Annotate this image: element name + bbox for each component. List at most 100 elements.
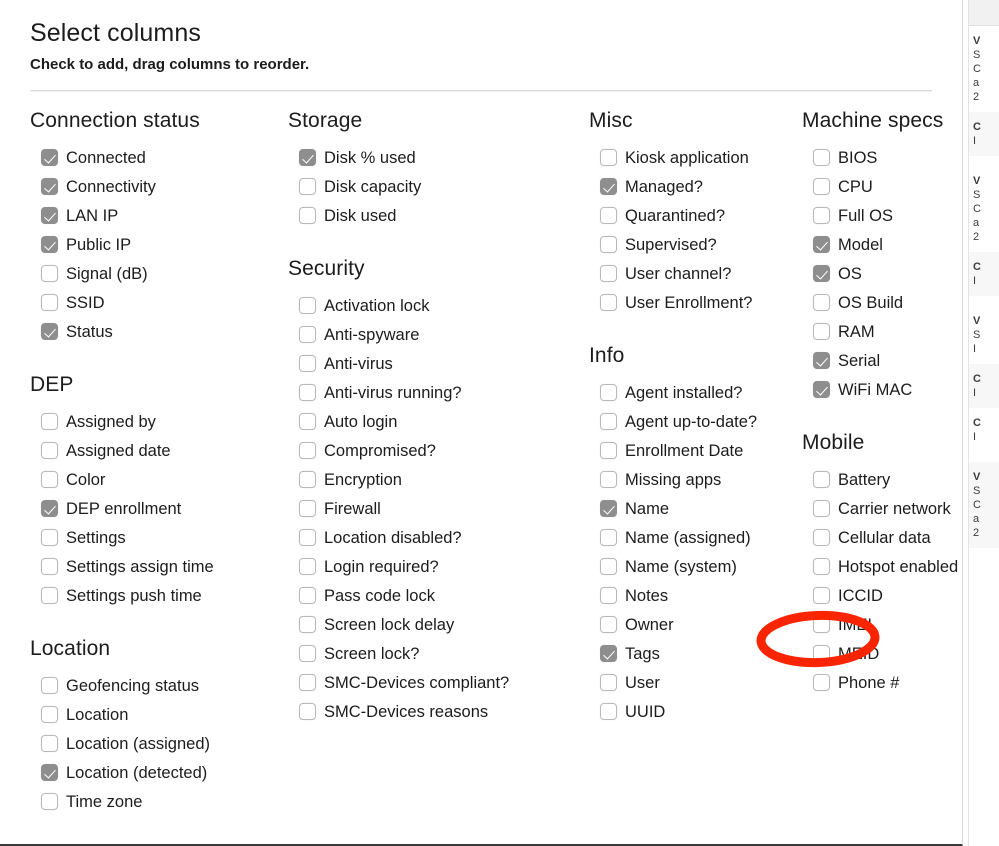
checkbox-row-user[interactable]: User: [589, 668, 792, 697]
checkbox-unchecked-icon[interactable]: [600, 616, 617, 633]
checkbox-unchecked-icon[interactable]: [600, 294, 617, 311]
checkbox-unchecked-icon[interactable]: [813, 558, 830, 575]
checkbox-row-user-enrollment[interactable]: User Enrollment?: [589, 288, 792, 317]
checkbox-row-smc-devices-compliant[interactable]: SMC-Devices compliant?: [288, 668, 580, 697]
checkbox-row-notes[interactable]: Notes: [589, 581, 792, 610]
checkbox-unchecked-icon[interactable]: [41, 793, 58, 810]
checkbox-unchecked-icon[interactable]: [299, 297, 316, 314]
checkbox-unchecked-icon[interactable]: [41, 529, 58, 546]
checkbox-checked-icon[interactable]: [41, 764, 58, 781]
checkbox-unchecked-icon[interactable]: [813, 207, 830, 224]
checkbox-row-supervised[interactable]: Supervised?: [589, 230, 792, 259]
checkbox-row-settings-push-time[interactable]: Settings push time: [30, 581, 280, 610]
checkbox-row-disk-used[interactable]: Disk % used: [288, 143, 580, 172]
checkbox-unchecked-icon[interactable]: [41, 294, 58, 311]
checkbox-checked-icon[interactable]: [813, 265, 830, 282]
checkbox-row-iccid[interactable]: ICCID: [802, 581, 962, 610]
checkbox-row-cellular-data[interactable]: Cellular data: [802, 523, 962, 552]
checkbox-row-full-os[interactable]: Full OS: [802, 201, 962, 230]
checkbox-row-hotspot-enabled[interactable]: Hotspot enabled: [802, 552, 962, 581]
checkbox-unchecked-icon[interactable]: [299, 703, 316, 720]
checkbox-row-name-assigned[interactable]: Name (assigned): [589, 523, 792, 552]
checkbox-unchecked-icon[interactable]: [299, 178, 316, 195]
checkbox-row-status[interactable]: Status: [30, 317, 280, 346]
checkbox-row-bios[interactable]: BIOS: [802, 143, 962, 172]
checkbox-row-location-disabled[interactable]: Location disabled?: [288, 523, 580, 552]
checkbox-checked-icon[interactable]: [600, 500, 617, 517]
checkbox-row-ssid[interactable]: SSID: [30, 288, 280, 317]
checkbox-row-public-ip[interactable]: Public IP: [30, 230, 280, 259]
checkbox-unchecked-icon[interactable]: [813, 587, 830, 604]
checkbox-unchecked-icon[interactable]: [813, 323, 830, 340]
checkbox-row-kiosk-application[interactable]: Kiosk application: [589, 143, 792, 172]
checkbox-row-location-assigned[interactable]: Location (assigned): [30, 729, 280, 758]
checkbox-unchecked-icon[interactable]: [299, 674, 316, 691]
checkbox-row-compromised[interactable]: Compromised?: [288, 436, 580, 465]
checkbox-unchecked-icon[interactable]: [600, 587, 617, 604]
checkbox-row-screen-lock-delay[interactable]: Screen lock delay: [288, 610, 580, 639]
checkbox-unchecked-icon[interactable]: [299, 471, 316, 488]
checkbox-row-uuid[interactable]: UUID: [589, 697, 792, 726]
checkbox-unchecked-icon[interactable]: [299, 558, 316, 575]
checkbox-unchecked-icon[interactable]: [299, 442, 316, 459]
checkbox-checked-icon[interactable]: [41, 207, 58, 224]
checkbox-unchecked-icon[interactable]: [41, 677, 58, 694]
checkbox-row-wifi-mac[interactable]: WiFi MAC: [802, 375, 962, 404]
checkbox-row-encryption[interactable]: Encryption: [288, 465, 580, 494]
checkbox-row-disk-used[interactable]: Disk used: [288, 201, 580, 230]
checkbox-row-time-zone[interactable]: Time zone: [30, 787, 280, 816]
checkbox-unchecked-icon[interactable]: [299, 500, 316, 517]
checkbox-row-dep-enrollment[interactable]: DEP enrollment: [30, 494, 280, 523]
checkbox-unchecked-icon[interactable]: [600, 674, 617, 691]
checkbox-unchecked-icon[interactable]: [41, 558, 58, 575]
checkbox-row-assigned-date[interactable]: Assigned date: [30, 436, 280, 465]
checkbox-unchecked-icon[interactable]: [41, 471, 58, 488]
checkbox-row-name[interactable]: Name: [589, 494, 792, 523]
checkbox-unchecked-icon[interactable]: [600, 471, 617, 488]
checkbox-unchecked-icon[interactable]: [41, 706, 58, 723]
checkbox-row-agent-up-to-date[interactable]: Agent up-to-date?: [589, 407, 792, 436]
checkbox-unchecked-icon[interactable]: [41, 735, 58, 752]
checkbox-unchecked-icon[interactable]: [600, 442, 617, 459]
checkbox-row-phone[interactable]: Phone #: [802, 668, 962, 697]
checkbox-row-agent-installed[interactable]: Agent installed?: [589, 378, 792, 407]
checkbox-row-os-build[interactable]: OS Build: [802, 288, 962, 317]
checkbox-row-activation-lock[interactable]: Activation lock: [288, 291, 580, 320]
checkbox-checked-icon[interactable]: [41, 149, 58, 166]
checkbox-row-tags[interactable]: Tags: [589, 639, 792, 668]
checkbox-checked-icon[interactable]: [813, 236, 830, 253]
checkbox-unchecked-icon[interactable]: [299, 413, 316, 430]
checkbox-row-name-system[interactable]: Name (system): [589, 552, 792, 581]
checkbox-unchecked-icon[interactable]: [813, 149, 830, 166]
checkbox-row-meid[interactable]: MEID: [802, 639, 962, 668]
checkbox-unchecked-icon[interactable]: [600, 558, 617, 575]
checkbox-unchecked-icon[interactable]: [600, 384, 617, 401]
checkbox-row-cpu[interactable]: CPU: [802, 172, 962, 201]
checkbox-row-location[interactable]: Location: [30, 700, 280, 729]
checkbox-row-smc-devices-reasons[interactable]: SMC-Devices reasons: [288, 697, 580, 726]
checkbox-unchecked-icon[interactable]: [41, 442, 58, 459]
checkbox-row-geofencing-status[interactable]: Geofencing status: [30, 671, 280, 700]
checkbox-row-signal-db[interactable]: Signal (dB): [30, 259, 280, 288]
checkbox-unchecked-icon[interactable]: [600, 529, 617, 546]
checkbox-row-disk-capacity[interactable]: Disk capacity: [288, 172, 580, 201]
checkbox-row-owner[interactable]: Owner: [589, 610, 792, 639]
checkbox-row-model[interactable]: Model: [802, 230, 962, 259]
checkbox-row-user-channel[interactable]: User channel?: [589, 259, 792, 288]
checkbox-unchecked-icon[interactable]: [299, 326, 316, 343]
checkbox-unchecked-icon[interactable]: [600, 149, 617, 166]
checkbox-row-login-required[interactable]: Login required?: [288, 552, 580, 581]
checkbox-checked-icon[interactable]: [41, 178, 58, 195]
checkbox-unchecked-icon[interactable]: [41, 265, 58, 282]
checkbox-row-enrollment-date[interactable]: Enrollment Date: [589, 436, 792, 465]
checkbox-checked-icon[interactable]: [600, 178, 617, 195]
checkbox-row-quarantined[interactable]: Quarantined?: [589, 201, 792, 230]
checkbox-row-ram[interactable]: RAM: [802, 317, 962, 346]
checkbox-unchecked-icon[interactable]: [299, 645, 316, 662]
checkbox-unchecked-icon[interactable]: [813, 645, 830, 662]
checkbox-row-screen-lock[interactable]: Screen lock?: [288, 639, 580, 668]
checkbox-unchecked-icon[interactable]: [41, 587, 58, 604]
checkbox-unchecked-icon[interactable]: [813, 178, 830, 195]
checkbox-checked-icon[interactable]: [813, 352, 830, 369]
checkbox-checked-icon[interactable]: [813, 381, 830, 398]
